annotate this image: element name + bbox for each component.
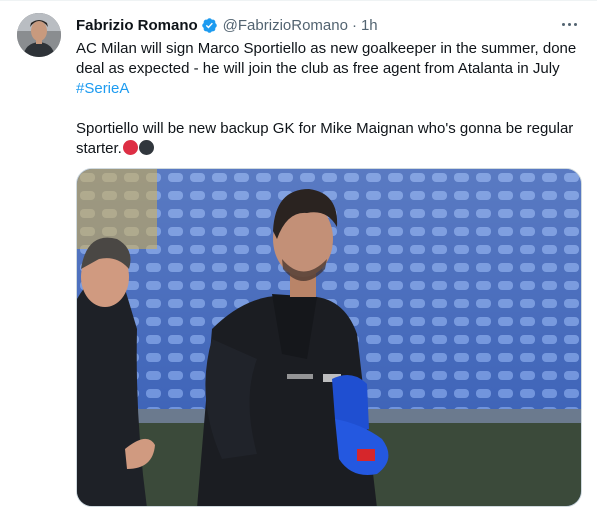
avatar-image: [17, 13, 61, 57]
tweet-text-line1: AC Milan will sign Marco Sportiello as n…: [76, 40, 577, 77]
tweet-paragraph-2: Sportiello will be new backup GK for Mik…: [76, 119, 581, 159]
author-name[interactable]: Fabrizio Romano: [76, 17, 198, 34]
red-circle-icon: [122, 140, 138, 155]
separator-dot: ·: [351, 16, 357, 34]
tweet-paragraph-1: AC Milan will sign Marco Sportiello as n…: [76, 39, 581, 99]
photo-image: [77, 169, 581, 506]
tweet-media-photo[interactable]: [76, 168, 582, 507]
verified-badge-icon: [201, 17, 218, 34]
timestamp[interactable]: 1h: [361, 17, 378, 34]
avatar[interactable]: [17, 13, 61, 57]
tweet-header: Fabrizio Romano @FabrizioRomano · 1h: [76, 15, 378, 35]
tweet-card[interactable]: Fabrizio Romano @FabrizioRomano · 1h AC …: [0, 0, 597, 518]
black-circle-icon: [138, 140, 154, 155]
tweet-text: AC Milan will sign Marco Sportiello as n…: [76, 39, 581, 159]
more-options-icon[interactable]: [558, 13, 580, 35]
author-handle[interactable]: @FabrizioRomano: [223, 17, 348, 34]
hashtag-link[interactable]: #SerieA: [76, 80, 129, 97]
